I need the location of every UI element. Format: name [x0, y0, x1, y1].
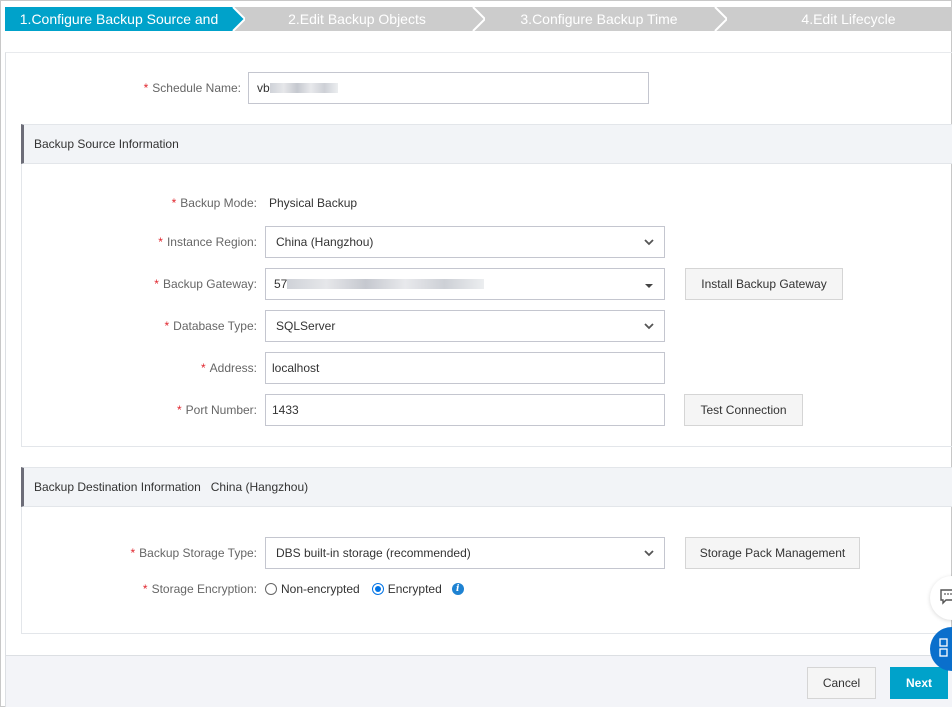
address-input[interactable]: localhost [265, 352, 665, 384]
database-type-row: * Database Type: [140, 310, 257, 342]
backup-source-section-header: Backup Source Information [21, 124, 952, 164]
backup-mode-label: * Backup Mode: [140, 196, 257, 210]
database-type-select[interactable]: SQLServer [265, 310, 665, 342]
chevron-down-icon [644, 550, 654, 557]
required-mark: * [143, 81, 149, 95]
backup-source-title: Backup Source Information [34, 137, 179, 151]
backup-gateway-select[interactable]: 57 [265, 268, 665, 300]
backup-storage-type-label: * Backup Storage Type: [120, 546, 257, 560]
backup-storage-type-label-text: Backup Storage Type: [139, 546, 257, 560]
backup-storage-type-value: DBS built-in storage (recommended) [276, 546, 471, 560]
required-mark: * [176, 403, 182, 417]
database-type-value: SQLServer [276, 319, 336, 333]
non-encrypted-label: Non-encrypted [281, 582, 360, 596]
storage-pack-management-button[interactable]: Storage Pack Management [685, 537, 860, 569]
backup-gateway-label-text: Backup Gateway: [162, 277, 257, 291]
database-type-label-text: Database Type: [173, 319, 257, 333]
chat-bubble-icon [940, 589, 952, 605]
storage-encryption-row: * Storage Encryption: Non-encrypted Encry… [120, 580, 464, 598]
required-mark: * [158, 235, 163, 249]
port-number-row: * Port Number: [140, 394, 257, 426]
cancel-button[interactable]: Cancel [807, 667, 876, 699]
wizard-steps: 1.Configure Backup Source and 2.Edit Bac… [5, 7, 952, 31]
encrypted-radio[interactable] [371, 583, 384, 595]
required-mark: * [130, 546, 136, 560]
step-4[interactable]: 4.Edit Lifecycle [715, 7, 952, 31]
backup-mode-value: Physical Backup [269, 196, 358, 210]
database-type-label: * Database Type: [140, 319, 257, 333]
step-2[interactable]: 2.Edit Backup Objects [233, 7, 485, 31]
grid-icon [939, 638, 948, 657]
backup-destination-region: China (Hangzhou) [210, 480, 309, 494]
address-label-text: Address: [209, 361, 257, 375]
step-4-label: 4.Edit Lifecycle [801, 11, 896, 27]
caret-down-icon [645, 284, 653, 288]
backup-storage-type-select[interactable]: DBS built-in storage (recommended) [265, 537, 665, 569]
storage-encryption-label-text: Storage Encryption: [151, 582, 257, 596]
address-label: * Address: [140, 361, 257, 375]
step-2-label: 2.Edit Backup Objects [288, 11, 426, 27]
backup-destination-title: Backup Destination Information [34, 480, 201, 494]
instance-region-value: China (Hangzhou) [276, 235, 374, 249]
address-row: * Address: [140, 352, 257, 384]
test-connection-button[interactable]: Test Connection [684, 394, 803, 426]
chevron-down-icon [644, 323, 654, 330]
schedule-name-value: vb [257, 81, 270, 95]
step-arrow-icon [711, 7, 727, 31]
port-number-label-text: Port Number: [185, 403, 257, 417]
step-1-label: 1.Configure Backup Source and [19, 11, 219, 27]
instance-region-label-text: Instance Region: [166, 235, 257, 249]
backup-mode-row: * Backup Mode: Physical Backup [140, 194, 357, 212]
required-mark: * [171, 196, 177, 210]
schedule-name-row: * Schedule Name: [100, 72, 241, 104]
backup-gateway-value: 57 [274, 277, 288, 291]
install-backup-gateway-button[interactable]: Install Backup Gateway [685, 268, 843, 300]
schedule-name-label-text: Schedule Name: [152, 81, 241, 95]
required-mark: * [200, 361, 206, 375]
address-value: localhost [272, 361, 320, 375]
chevron-down-icon [644, 239, 654, 246]
backup-gateway-row: * Backup Gateway: [140, 268, 257, 300]
schedule-name-label: * Schedule Name: [100, 81, 241, 95]
non-encrypted-option[interactable]: Non-encrypted [265, 582, 360, 596]
step-3-label: 3.Configure Backup Time [520, 11, 678, 27]
port-number-value: 1433 [272, 403, 299, 417]
instance-region-select[interactable]: China (Hangzhou) [265, 226, 665, 258]
redacted-value [269, 83, 338, 93]
encrypted-option[interactable]: Encrypted [371, 582, 442, 596]
step-1[interactable]: 1.Configure Backup Source and [5, 7, 245, 31]
step-3[interactable]: 3.Configure Backup Time [473, 7, 727, 31]
redacted-value [287, 279, 485, 289]
backup-storage-type-row: * Backup Storage Type: [120, 537, 257, 569]
non-encrypted-radio[interactable] [265, 583, 277, 595]
info-icon[interactable]: i [451, 583, 464, 595]
backup-mode-label-text: Backup Mode: [180, 196, 257, 210]
port-number-label: * Port Number: [140, 403, 257, 417]
required-mark: * [154, 277, 159, 291]
encrypted-label: Encrypted [387, 582, 442, 596]
backup-destination-section-header: Backup Destination Information China (Ha… [21, 467, 952, 507]
backup-gateway-label: * Backup Gateway: [140, 277, 257, 291]
required-mark: * [142, 582, 148, 596]
next-button[interactable]: Next [890, 667, 948, 699]
port-number-input[interactable]: 1433 [265, 394, 665, 426]
instance-region-row: * Instance Region: [140, 226, 257, 258]
storage-encryption-label: * Storage Encryption: [120, 582, 257, 596]
step-arrow-icon [229, 7, 245, 31]
instance-region-label: * Instance Region: [140, 235, 257, 249]
schedule-name-input[interactable]: vb [248, 72, 649, 104]
step-arrow-icon [469, 7, 485, 31]
required-mark: * [164, 319, 170, 333]
backup-destination-section [21, 507, 952, 634]
